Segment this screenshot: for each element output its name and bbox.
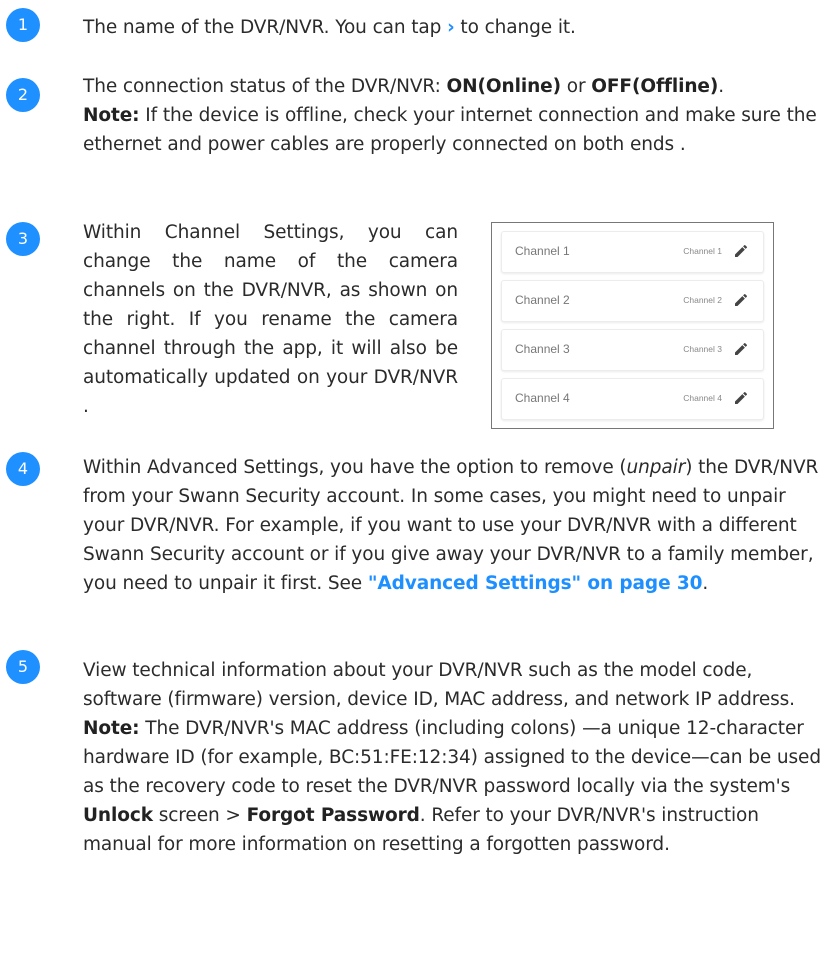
channel-settings-panel: Channel 1 Channel 1 Channel 2 Channel 2 … [491,222,774,429]
note-label: Note: [83,718,140,739]
note-text: If the device is offline, check your int… [83,105,817,155]
item-4-text: Within Advanced Settings, you have the o… [83,453,827,598]
pencil-icon[interactable] [733,243,749,259]
status-online-label: ON(Online) [446,76,562,97]
step-number-badge: 3 [6,222,40,256]
step-number-badge: 2 [6,78,40,112]
period-text: . [718,76,724,97]
channel-row[interactable]: Channel 3 Channel 3 [501,329,764,371]
status-offline-label: OFF(Offline) [591,76,719,97]
item-3-text: Within Channel Settings, you can change … [83,222,458,417]
note-text-a: The DVR/NVR's MAC address (including col… [83,718,821,797]
connector-text: or [560,76,592,97]
item-1-text: The name of the DVR/NVR. You can tap › t… [83,13,827,42]
unpair-term: unpair [626,457,686,478]
channel-name: Channel 2 [515,293,570,307]
channel-name: Channel 1 [515,244,570,258]
chevron-right-icon[interactable]: › [447,17,455,38]
pencil-icon[interactable] [733,390,749,406]
channel-value: Channel 4 [683,393,722,403]
channel-row[interactable]: Channel 1 Channel 1 [501,231,764,273]
item-5-text-main: View technical information about your DV… [83,660,795,710]
item-4-text-c: . [702,573,709,594]
step-number-badge: 1 [6,8,40,42]
channel-name: Channel 3 [515,342,570,356]
channel-row[interactable]: Channel 2 Channel 2 [501,280,764,322]
pencil-icon[interactable] [733,292,749,308]
note-label: Note: [83,105,140,126]
item-1-text-after: to change it. [454,17,576,38]
forgot-password-label: Forgot Password [246,805,420,826]
item-1-text-before: The name of the DVR/NVR. You can tap [83,17,448,38]
pencil-icon[interactable] [733,341,749,357]
channel-value: Channel 2 [683,295,722,305]
step-number-badge: 4 [6,452,40,486]
step-number-badge: 5 [6,650,40,684]
note-text-b: screen > [152,805,247,826]
unlock-label: Unlock [83,805,153,826]
item-5-text: View technical information about your DV… [83,656,827,859]
channel-row[interactable]: Channel 4 Channel 4 [501,378,764,420]
channel-name: Channel 4 [515,391,570,405]
advanced-settings-link[interactable]: "Advanced Settings" on page 30 [368,573,703,594]
connection-status-text: The connection status of the DVR/NVR: [83,76,447,97]
channel-value: Channel 3 [683,344,722,354]
item-4-text-a: Within Advanced Settings, you have the o… [83,457,627,478]
channel-value: Channel 1 [683,246,722,256]
item-2-text: The connection status of the DVR/NVR: ON… [83,72,827,159]
